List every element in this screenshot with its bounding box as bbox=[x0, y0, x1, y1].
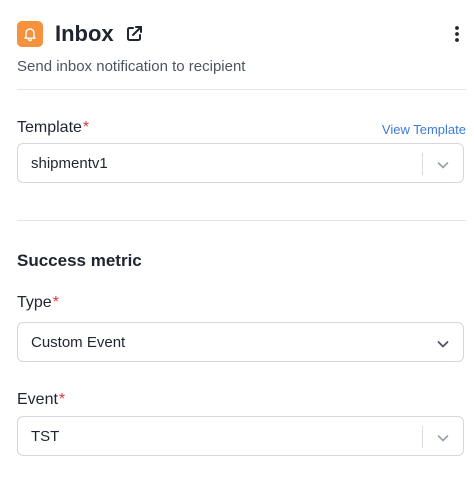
external-link-icon[interactable] bbox=[124, 24, 144, 44]
required-mark: * bbox=[58, 391, 66, 408]
type-label: Type* bbox=[17, 293, 59, 313]
section-title: Success metric bbox=[17, 251, 142, 270]
type-label-text: Type bbox=[17, 294, 52, 311]
required-mark: * bbox=[82, 119, 90, 136]
template-label: Template* bbox=[17, 118, 89, 138]
chevron-down-icon[interactable] bbox=[435, 157, 451, 173]
view-template-link[interactable]: View Template bbox=[382, 122, 466, 138]
event-label-text: Event bbox=[17, 391, 58, 408]
template-select-value: shipmentv1 bbox=[31, 155, 108, 172]
kebab-menu-icon[interactable] bbox=[447, 22, 467, 46]
divider bbox=[17, 220, 466, 221]
chevron-down-icon[interactable] bbox=[435, 430, 451, 446]
chevron-down-icon[interactable] bbox=[435, 336, 451, 352]
event-select-value: TST bbox=[31, 428, 60, 445]
select-separator bbox=[422, 426, 423, 448]
bell-icon bbox=[17, 21, 43, 47]
page-subtitle: Send inbox notification to recipient bbox=[17, 58, 246, 75]
event-select[interactable]: TST bbox=[17, 416, 464, 456]
select-separator bbox=[422, 153, 423, 175]
required-mark: * bbox=[52, 294, 59, 311]
event-label: Event* bbox=[17, 390, 65, 410]
page-title: Inbox bbox=[55, 21, 114, 46]
divider bbox=[17, 89, 466, 90]
type-select[interactable]: Custom Event bbox=[17, 322, 464, 362]
template-label-text: Template bbox=[17, 119, 82, 136]
template-select[interactable]: shipmentv1 bbox=[17, 143, 464, 183]
type-select-value: Custom Event bbox=[31, 334, 126, 351]
